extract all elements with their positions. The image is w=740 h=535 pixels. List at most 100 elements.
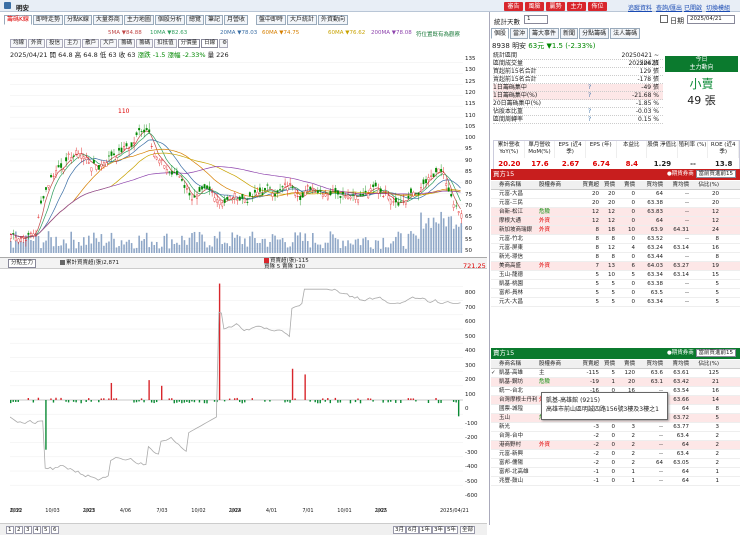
tab-branch-chips[interactable]: 分點籌碼 <box>579 28 610 39</box>
broker-name[interactable]: 台新-松江 <box>497 208 537 216</box>
table-row[interactable]: 台灣-台中 -2 0 2 -- 63.4 2 <box>491 432 740 441</box>
top-link-4[interactable]: 切換模組 <box>706 3 730 12</box>
sell-group-select[interactable]: 當前買進前15 <box>695 349 736 357</box>
table-row[interactable]: 台新-松江 危險 12 12 0 63.83 -- 12 <box>491 208 740 217</box>
table-row[interactable]: 新光 -3 0 3 -- 63.77 3 <box>491 423 740 432</box>
broker-name[interactable]: 元富-大昌 <box>497 190 537 198</box>
range-button[interactable]: 1年 <box>419 526 432 534</box>
table-row[interactable]: 富邦-儒陽 -2 0 2 64 63.05 2 <box>491 459 740 468</box>
page-button[interactable]: 6 <box>51 526 59 534</box>
broker-name[interactable]: 台灣摩根士丹利 <box>497 396 537 404</box>
table-row[interactable]: 元富-竹北 8 8 0 63.52 -- 8 <box>491 235 740 244</box>
broker-name[interactable]: 新光 <box>497 423 537 431</box>
range-button[interactable]: 6月 <box>406 526 419 534</box>
calendar-icon[interactable] <box>660 15 668 23</box>
broker-name[interactable]: 元富-三民 <box>497 199 537 207</box>
broker-name[interactable]: 台灣-台中 <box>497 432 537 440</box>
top-button-5[interactable]: 佈位 <box>588 2 607 11</box>
tab-news[interactable]: 新聞 <box>560 28 579 39</box>
page-button[interactable]: 4 <box>33 526 41 534</box>
broker-name[interactable]: 富邦-儒陽 <box>497 459 537 467</box>
range-all-button[interactable]: 全部 <box>460 526 476 534</box>
candlestick-chart[interactable]: 110 50 <box>10 58 463 253</box>
help-icon[interactable] <box>588 100 613 107</box>
table-row[interactable]: 元大-大昌 5 5 0 63.34 -- 5 <box>491 298 740 307</box>
tab-inst-chips[interactable]: 法人籌碼 <box>610 28 641 39</box>
tab-big-broker[interactable]: 大量券商 <box>92 15 123 25</box>
table-row[interactable]: 港商野村 外資 -2 0 2 -- 64 2 <box>491 441 740 450</box>
tool-chips2[interactable]: 籌碼 <box>136 39 154 48</box>
tab-daytrade[interactable]: 當沖 <box>510 28 529 39</box>
range-button[interactable]: 3月 <box>393 526 406 534</box>
broker-name[interactable]: 元大-大昌 <box>497 298 537 306</box>
help-icon[interactable]: ? <box>588 108 613 115</box>
tab-realtime[interactable]: 即時走勢 <box>32 15 63 25</box>
table-row[interactable]: 元富-屏東 8 12 4 63.24 63.14 16 <box>491 244 740 253</box>
sub-indicator-select[interactable]: 分點主力 <box>8 259 37 268</box>
tab-big-holders[interactable]: 大戶統計 <box>287 15 318 25</box>
table-row[interactable]: 玉山-龍德 5 10 5 63.34 63.14 15 <box>491 271 740 280</box>
tool-main[interactable]: 主力 <box>64 39 82 48</box>
top-link-2[interactable]: 查詢/匯出 <box>656 3 682 12</box>
table-row[interactable]: ✓ 凱基-高雄主 -115 5 120 63.6 63.61 125 <box>491 369 740 378</box>
table-row[interactable]: 摩根大通 外資 12 12 0 64 -- 12 <box>491 217 740 226</box>
broker-name[interactable]: 統一-台北 <box>497 387 537 395</box>
table-row[interactable]: 元富-新興 -2 0 2 -- 63.4 2 <box>491 450 740 459</box>
tab-overview[interactable]: 總覽 <box>185 15 204 25</box>
top-link-1[interactable]: 追蹤資料 <box>628 3 652 12</box>
broker-name[interactable]: 兆豐-鼓山 <box>497 477 537 485</box>
broker-name[interactable]: 玉山-龍德 <box>497 271 537 279</box>
table-row[interactable]: 凱基-桃園 5 5 0 63.38 -- 5 <box>491 280 740 289</box>
gear-icon[interactable]: ⚙ <box>219 39 229 48</box>
broker-name[interactable]: 富邦-員林 <box>497 289 537 297</box>
top-button-2[interactable]: 風險 <box>525 2 544 11</box>
table-row[interactable]: 新加坡商瑞銀 外資 8 18 10 63.9 64.31 24 <box>491 226 740 235</box>
table-row[interactable]: 富邦-員林 5 5 0 63.5 -- 5 <box>491 289 740 298</box>
tab-foreign[interactable]: 外資動向 <box>318 15 349 25</box>
tool-deduct[interactable]: 扣抵值 <box>154 39 177 48</box>
range-button[interactable]: 5年 <box>445 526 458 534</box>
price-volume-select[interactable]: 分價量 <box>177 39 201 48</box>
help-icon[interactable] <box>588 52 613 59</box>
help-icon[interactable]: ? <box>588 92 613 99</box>
table-row[interactable]: 兆豐-鼓山 -1 0 1 -- 64 1 <box>491 477 740 486</box>
table-row[interactable]: 凱基-鋼坊 危險 -19 1 20 63.1 63.42 21 <box>491 378 740 387</box>
table-row[interactable]: 富邦-北高雄 -1 0 1 -- 64 1 <box>491 468 740 477</box>
help-icon[interactable]: ? <box>588 84 613 91</box>
broker-name[interactable]: 元富-新興 <box>497 450 537 458</box>
tab-stock[interactable]: 個股 <box>491 28 510 39</box>
broker-name[interactable]: 摩根大通 <box>497 217 537 225</box>
help-icon[interactable] <box>588 60 613 67</box>
tool-big[interactable]: 大戶 <box>100 39 118 48</box>
table-row[interactable]: 美商高盛 外資 7 13 6 64.03 63.27 19 <box>491 262 740 271</box>
page-button[interactable]: 5 <box>42 526 50 534</box>
broker-name[interactable]: 元富-屏東 <box>497 244 537 252</box>
tool-foreign[interactable]: 外資 <box>28 39 46 48</box>
page-button[interactable]: 2 <box>15 526 23 534</box>
top-button-3[interactable]: 贏勢 <box>546 2 565 11</box>
period-select[interactable]: 日線 <box>201 39 219 48</box>
stat-days-select[interactable]: 1 <box>524 15 548 24</box>
tab-branch-k[interactable]: 分點K線 <box>63 15 92 25</box>
top-button-4[interactable]: 主力 <box>567 2 586 11</box>
broker-name[interactable]: 玉山 <box>497 414 537 422</box>
tab-stock-analysis[interactable]: 個股分析 <box>154 15 185 25</box>
broker-name[interactable]: 凱基-高雄 <box>497 369 537 377</box>
top-link-3[interactable]: 已開啟 <box>684 3 702 12</box>
tool-chips[interactable]: 籌碼 <box>118 39 136 48</box>
branch-chip-chart[interactable] <box>10 270 463 506</box>
date-input[interactable]: 2025/04/21 <box>687 15 735 24</box>
tab-events[interactable]: 籌大事件 <box>529 28 560 39</box>
page-button[interactable]: 1 <box>6 526 14 534</box>
broker-name[interactable]: 新光-璟信 <box>497 253 537 261</box>
tab-main-map[interactable]: 主力地圖 <box>123 15 154 25</box>
broker-name[interactable]: 凱基-鋼坊 <box>497 378 537 386</box>
tab-monthly-rev[interactable]: 月營收 <box>223 15 248 25</box>
table-row[interactable]: 元富-大昌 20 20 0 64 -- 20 <box>491 190 740 199</box>
table-row[interactable]: 新光-璟信 8 8 0 63.44 -- 8 <box>491 253 740 262</box>
tool-ma[interactable]: 均線 <box>10 39 28 48</box>
tab-intraday[interactable]: 盤中即時 <box>256 15 287 25</box>
broker-name[interactable]: 富邦-北高雄 <box>497 468 537 476</box>
table-row[interactable]: 元富-三民 20 20 0 63.38 -- 20 <box>491 199 740 208</box>
help-icon[interactable] <box>588 68 613 75</box>
